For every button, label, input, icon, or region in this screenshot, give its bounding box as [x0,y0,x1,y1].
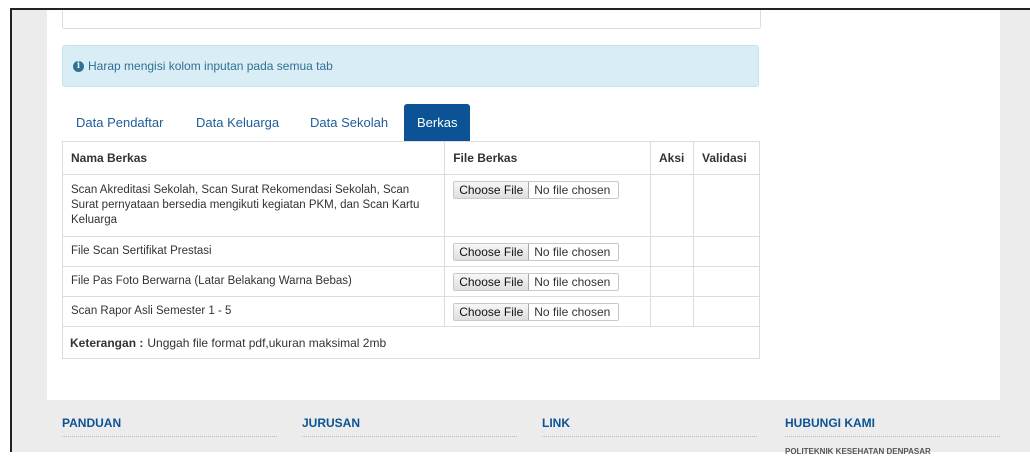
file-cell: Choose File No file chosen [444,296,651,327]
choose-file-button[interactable]: Choose File [454,182,530,198]
file-input[interactable]: Choose File No file chosen [453,181,620,199]
file-cell: Choose File No file chosen [444,236,651,267]
file-name-cell: Scan Rapor Asli Semester 1 - 5 [61,296,446,327]
footer-column-jurusan: JURUSAN [302,416,517,437]
tab-data-sekolah[interactable]: Data Sekolah [310,104,388,142]
column-header-nama-berkas: Nama Berkas [61,141,446,175]
table-row: Scan Rapor Asli Semester 1 - 5 Choose Fi… [61,296,761,327]
alert-text: Harap mengisi kolom inputan pada semua t… [88,59,333,73]
choose-file-button[interactable]: Choose File [454,243,530,260]
tab-data-keluarga[interactable]: Data Keluarga [196,104,279,142]
previous-panel [62,10,761,29]
footer-heading-link[interactable]: LINK [542,416,757,437]
file-name-cell: File Scan Sertifikat Prestasi [61,236,446,267]
action-cell [650,266,694,297]
action-cell [650,296,694,327]
footer-heading-panduan[interactable]: PANDUAN [62,416,277,437]
files-table: Nama Berkas File Berkas Aksi Validasi Sc… [61,141,761,327]
footer-heading-jurusan[interactable]: JURUSAN [302,416,517,437]
footer-column-panduan: PANDUAN [62,416,277,437]
file-status: No file chosen [534,183,611,197]
file-status: No file chosen [534,304,611,319]
note-label: Keterangan : [70,335,144,350]
file-name-cell: File Pas Foto Berwarna (Latar Belakang W… [61,266,446,297]
info-icon: i [73,60,84,72]
tab-berkas[interactable]: Berkas [404,104,471,142]
file-cell: Choose File No file chosen [444,266,651,297]
column-header-aksi: Aksi [650,141,694,175]
validation-cell [692,174,761,237]
footer-column-link: LINK [542,416,757,437]
footer-column-hubungi-kami: HUBUNGI KAMI POLITEKNIK KESEHATAN DENPAS… [785,416,1000,456]
action-cell [650,174,694,237]
file-input[interactable]: Choose File No file chosen [453,242,620,261]
table-header-row: Nama Berkas File Berkas Aksi Validasi [61,141,761,175]
file-input[interactable]: Choose File No file chosen [453,302,620,321]
note-panel: Keterangan : Unggah file format pdf,ukur… [62,327,760,359]
file-status: No file chosen [534,244,611,259]
validation-cell [692,296,761,327]
choose-file-button[interactable]: Choose File [454,303,530,320]
table-row: Scan Akreditasi Sekolah, Scan Surat Reko… [61,174,761,237]
tab-data-pendaftar[interactable]: Data Pendaftar [76,104,163,142]
file-input[interactable]: Choose File No file chosen [453,272,620,291]
file-name-cell: Scan Akreditasi Sekolah, Scan Surat Reko… [61,174,446,237]
file-cell: Choose File No file chosen [444,174,651,237]
column-header-file-berkas: File Berkas [444,141,651,175]
table-row: File Scan Sertifikat Prestasi Choose Fil… [61,236,761,267]
validation-cell [692,266,761,297]
tab-bar: Data Pendaftar Data Keluarga Data Sekola… [62,104,760,142]
choose-file-button[interactable]: Choose File [454,273,530,290]
file-status: No file chosen [534,274,611,289]
note-text: Unggah file format pdf,ukuran maksimal 2… [147,335,387,350]
action-cell [650,236,694,267]
footer-heading-hubungi-kami[interactable]: HUBUNGI KAMI [785,416,1000,437]
validation-cell [692,236,761,267]
column-header-validasi: Validasi [692,141,761,175]
footer: PANDUAN JURUSAN LINK HUBUNGI KAMI POLITE… [12,400,1030,456]
info-alert: i Harap mengisi kolom inputan pada semua… [62,45,759,87]
table-row: File Pas Foto Berwarna (Latar Belakang W… [61,266,761,297]
